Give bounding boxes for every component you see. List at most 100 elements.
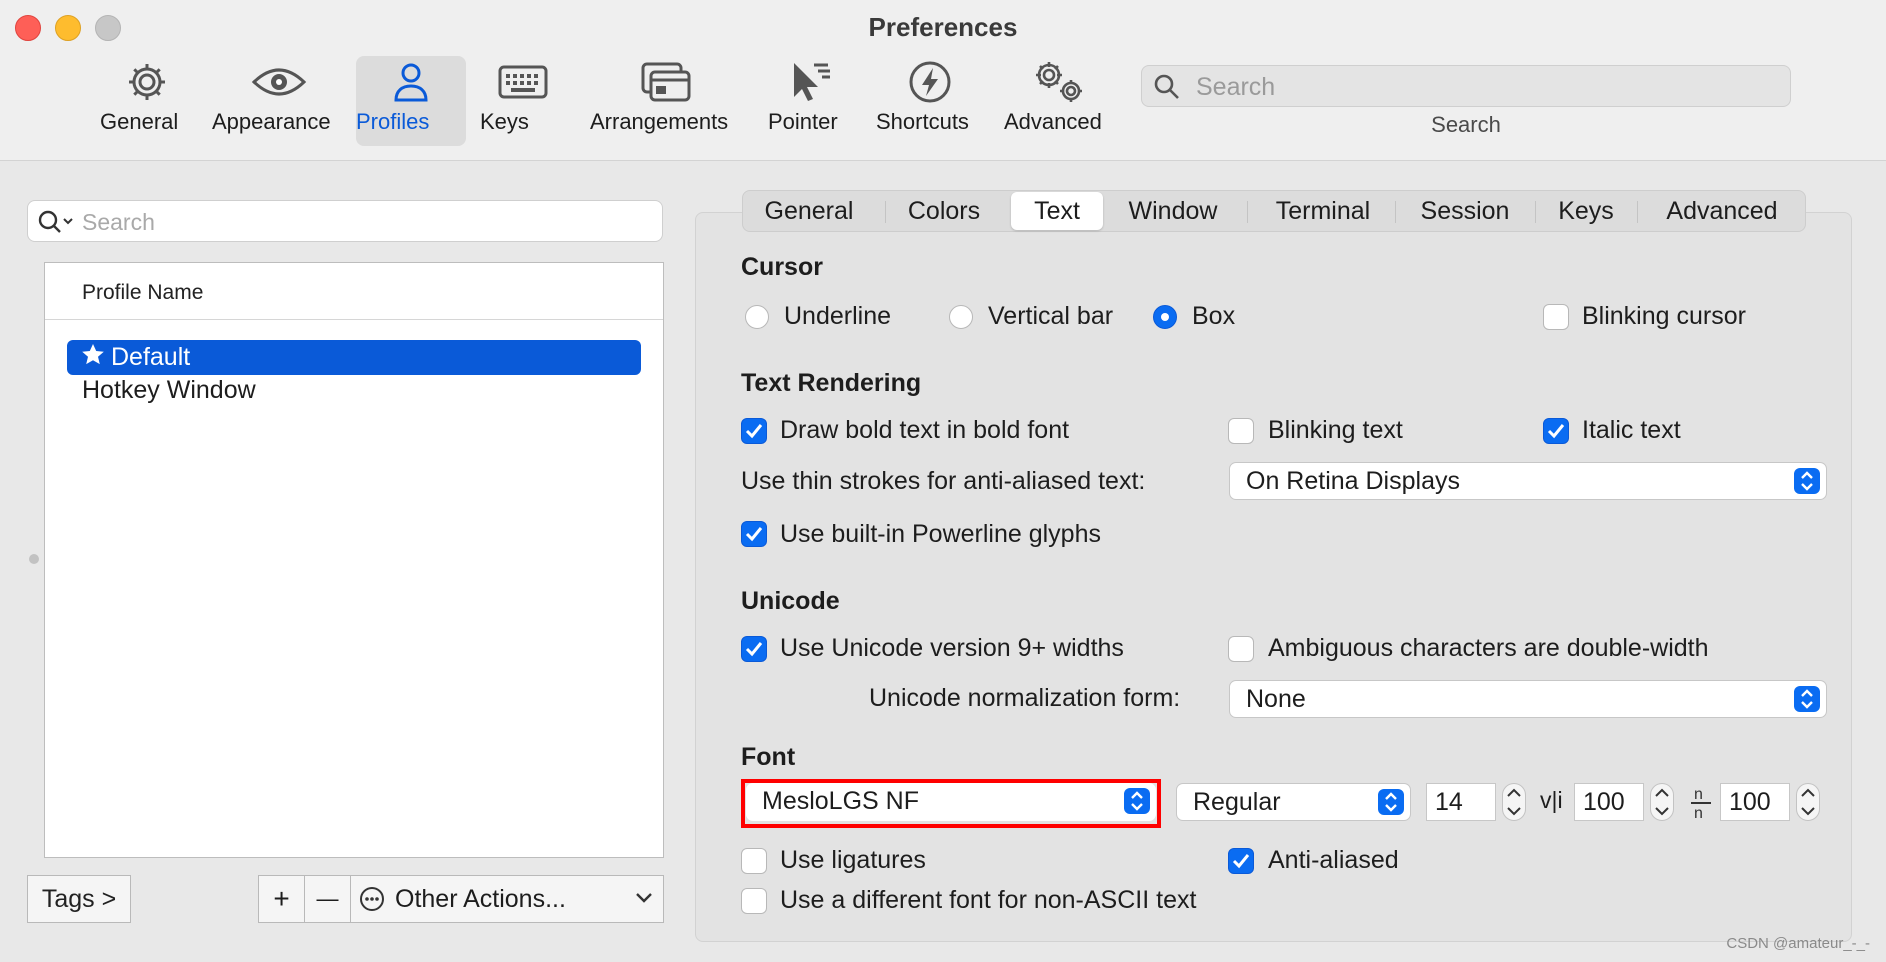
ambiguous-double-width-checkbox[interactable] [1228,636,1254,662]
vertical-spacing-icon: v|i [1540,787,1563,813]
tab-colors[interactable]: Colors [891,191,997,231]
bold-font-checkbox[interactable] [741,418,767,444]
non-ascii-font-checkbox[interactable] [741,888,767,914]
vertical-spacing-stepper[interactable] [1650,783,1674,821]
profile-list-header[interactable]: Profile Name [45,263,663,320]
checkmark-icon [745,527,763,542]
font-size-field[interactable]: 14 [1426,783,1496,821]
toolbar-general[interactable]: General [100,56,194,146]
non-ascii-font-label[interactable]: Use a different font for non-ASCII text [780,886,1196,915]
font-size-stepper[interactable] [1502,783,1526,821]
checkmark-icon [745,424,763,439]
tab-text[interactable]: Text [1011,192,1103,230]
anti-aliased-checkbox[interactable] [1228,848,1254,874]
ligatures-label[interactable]: Use ligatures [780,846,926,875]
toolbar: Preferences General Appearance Profiles … [0,0,1886,161]
checkmark-icon [745,642,763,657]
unicode-widths-label[interactable]: Use Unicode version 9+ widths [780,634,1124,663]
window-title: Preferences [868,12,1018,42]
tab-keys[interactable]: Keys [1541,191,1631,231]
toolbar-keys[interactable]: Keys [480,56,566,146]
anti-aliased-label[interactable]: Anti-aliased [1268,846,1399,875]
profile-name-column: Profile Name [82,281,204,304]
search-icon [37,209,77,240]
font-section-title: Font [741,743,796,771]
pointer-icon [768,56,854,108]
italic-text-label[interactable]: Italic text [1582,416,1681,445]
profile-row-hotkey-window[interactable]: Hotkey Window [67,373,641,408]
preferences-window: Preferences General Appearance Profiles … [0,0,1886,962]
watermark: CSDN @amateur_-_- [1726,935,1870,952]
person-icon [356,56,466,108]
profile-actions-group: + — Other Actions... [258,875,664,923]
search-caption: Search [1431,112,1501,137]
tags-button[interactable]: Tags > [27,875,131,923]
horizontal-spacing-field[interactable]: 100 [1720,783,1790,821]
profile-tabs: General Colors Text Window Terminal Sess… [742,190,1806,232]
add-profile-button[interactable]: + [259,876,304,922]
profile-search-input[interactable] [80,205,654,239]
thin-strokes-select[interactable]: On Retina Displays [1229,462,1827,500]
lightning-icon [876,56,984,108]
blinking-cursor-checkbox[interactable] [1543,304,1569,330]
chevron-down-icon [635,890,653,904]
toolbar-appearance[interactable]: Appearance [212,56,346,146]
checkmark-icon [1547,424,1565,439]
tab-session[interactable]: Session [1403,191,1527,231]
chevron-updown-icon [1794,468,1820,494]
toolbar-shortcuts[interactable]: Shortcuts [876,56,984,146]
unicode-section-title: Unicode [741,587,840,615]
split-view-handle[interactable] [29,554,39,564]
horizontal-spacing-icon: nn [1688,786,1714,825]
toolbar-arrangements[interactable]: Arrangements [590,56,742,146]
cursor-underline-label[interactable]: Underline [784,302,891,331]
blinking-cursor-label[interactable]: Blinking cursor [1582,302,1746,331]
cursor-underline-radio[interactable] [745,305,769,329]
blinking-text-label[interactable]: Blinking text [1268,416,1403,445]
star-icon [81,340,109,375]
cursor-box-radio[interactable] [1153,305,1177,329]
cursor-vertical-bar-radio[interactable] [949,305,973,329]
ellipsis-circle-icon [359,886,385,912]
ligatures-checkbox[interactable] [741,848,767,874]
chevron-updown-icon [1378,789,1404,815]
toolbar-pointer[interactable]: Pointer [768,56,854,146]
profile-row-default[interactable]: Default [67,340,641,375]
powerline-glyphs-checkbox[interactable] [741,521,767,547]
tab-window[interactable]: Window [1117,191,1229,231]
cursor-box-label[interactable]: Box [1192,302,1235,331]
chevron-updown-icon [1794,686,1820,712]
remove-profile-button[interactable]: — [305,876,350,922]
toolbar-search-input[interactable] [1194,70,1778,104]
other-actions-menu[interactable]: Other Actions... [351,876,663,922]
blinking-text-checkbox[interactable] [1228,418,1254,444]
gears-icon [1004,56,1114,108]
italic-text-checkbox[interactable] [1543,418,1569,444]
vertical-spacing-field[interactable]: 100 [1574,783,1644,821]
ambiguous-double-width-label[interactable]: Ambiguous characters are double-width [1268,634,1709,663]
unicode-widths-checkbox[interactable] [741,636,767,662]
font-highlight-box [741,779,1161,828]
windows-icon [590,56,742,108]
font-style-select[interactable]: Regular [1176,783,1411,821]
cursor-vertical-bar-label[interactable]: Vertical bar [988,302,1113,331]
toolbar-search[interactable] [1141,65,1791,107]
bold-font-label[interactable]: Draw bold text in bold font [780,416,1069,445]
normalization-select[interactable]: None [1229,680,1827,718]
svg-text:n: n [1694,786,1703,803]
tab-advanced[interactable]: Advanced [1643,191,1801,231]
gear-icon [100,56,194,108]
checkmark-icon [1232,854,1250,869]
horizontal-spacing-stepper[interactable] [1796,783,1820,821]
toolbar-profiles[interactable]: Profiles [356,56,466,146]
toolbar-advanced[interactable]: Advanced [1004,56,1114,146]
powerline-glyphs-label[interactable]: Use built-in Powerline glyphs [780,520,1101,549]
profile-search[interactable] [27,200,663,242]
tab-general[interactable]: General [751,191,867,231]
keyboard-icon [480,56,566,108]
eye-icon [212,56,346,108]
profile-list: Profile Name Default Hotkey Window [44,262,664,858]
normalization-label: Unicode normalization form: [869,684,1181,712]
tab-terminal[interactable]: Terminal [1255,191,1391,231]
thin-strokes-label: Use thin strokes for anti-aliased text: [741,467,1146,495]
